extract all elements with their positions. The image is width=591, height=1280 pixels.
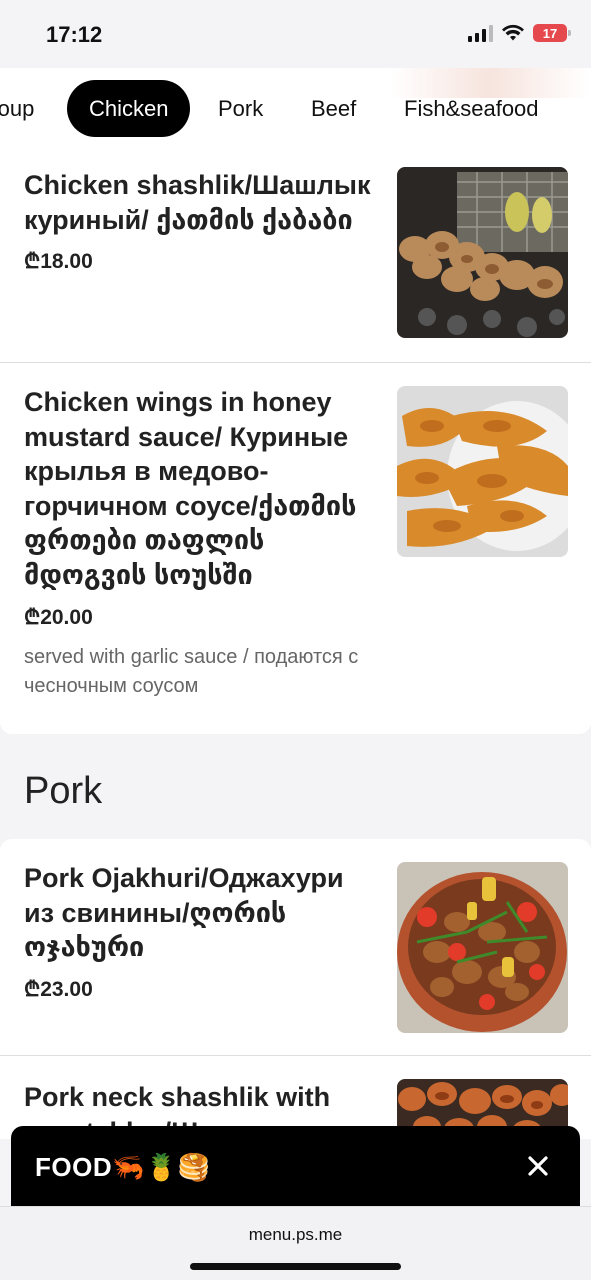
section-title-pork: Pork [24, 770, 103, 812]
tab-chicken[interactable]: Chicken [67, 80, 191, 137]
home-indicator[interactable] [190, 1263, 401, 1270]
chicken-skewers-photo[interactable] [397, 167, 568, 338]
battery-icon: 17 [533, 24, 571, 42]
item-description: served with garlic sauce / подаются с че… [24, 646, 359, 697]
status-icons: 17 [468, 24, 571, 42]
tab-beef[interactable]: Beef [311, 80, 356, 137]
menu-item[interactable]: Chicken wings in honey mustard sauce/ Ку… [0, 363, 591, 734]
tab-soup[interactable]: Soup [0, 80, 34, 137]
status-time: 17:12 [46, 22, 103, 47]
menu-item[interactable]: Pork Ojakhuri/Оджахури из свинины/ღორის … [0, 839, 591, 1055]
pork-section-card: Pork Ojakhuri/Оджахури из свинины/ღორის … [0, 839, 591, 1139]
url-text[interactable]: menu.ps.me [0, 1225, 591, 1245]
item-title: Pork Ojakhuri/Оджахури из свинины/ღორის … [24, 863, 344, 962]
chicken-section-card: Chicken shashlik/Шашлык куриный/ ქათმის … [0, 150, 591, 734]
battery-level: 17 [542, 25, 558, 41]
pork-ojakhuri-photo[interactable] [397, 862, 568, 1033]
cellular-signal-icon [468, 24, 493, 42]
item-price: ₾20.00 [24, 606, 93, 629]
food-menu-label: FOOD🦐🍍🥞 [35, 1152, 211, 1182]
item-price: ₾23.00 [24, 978, 93, 1001]
browser-url-bar[interactable]: menu.ps.me [0, 1206, 591, 1280]
status-bar: 17:12 17 [0, 0, 591, 68]
menu-item[interactable]: Chicken shashlik/Шашлык куриный/ ქათმის … [0, 150, 591, 362]
tab-fish-seafood[interactable]: Fish&seafood [404, 80, 539, 137]
chicken-wings-photo[interactable] [397, 386, 568, 557]
item-title: Chicken shashlik/Шашлык куриный/ ქათმის … [24, 170, 371, 235]
tab-pork[interactable]: Pork [218, 80, 263, 137]
wifi-icon [502, 24, 524, 41]
food-menu-bar[interactable]: FOOD🦐🍍🥞 [11, 1126, 580, 1208]
close-icon[interactable] [524, 1152, 552, 1180]
category-tabs: Soup Chicken Pork Beef Fish&seafood [0, 68, 591, 150]
item-title: Chicken wings in honey mustard sauce/ Ку… [24, 387, 357, 590]
item-price: ₾18.00 [24, 250, 93, 273]
